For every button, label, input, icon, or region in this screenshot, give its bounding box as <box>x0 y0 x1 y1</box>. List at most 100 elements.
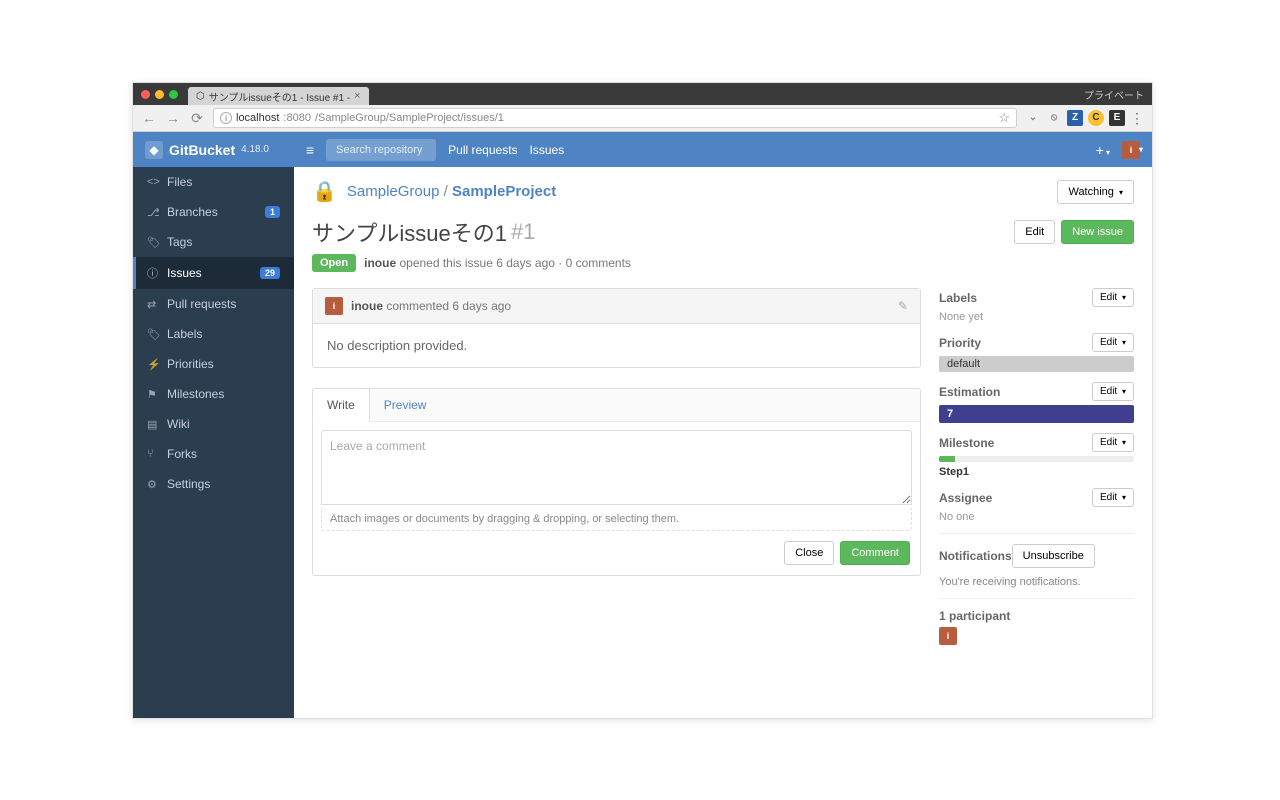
sidebar-item-priorities[interactable]: ⚡Priorities <box>133 349 294 379</box>
sidebar-item-milestones[interactable]: ⚑Milestones <box>133 379 294 409</box>
browser-menu-icon[interactable]: ⋮ <box>1130 110 1144 127</box>
extension-e-icon[interactable]: E <box>1109 110 1125 126</box>
unsubscribe-button[interactable]: Unsubscribe <box>1012 544 1095 568</box>
milestone-heading: Milestone <box>939 436 994 450</box>
sidebar-item-label: Tags <box>167 235 192 249</box>
watching-button[interactable]: Watching ▾ <box>1057 180 1134 204</box>
code-icon: <> <box>147 176 159 188</box>
forward-button[interactable]: → <box>165 110 181 126</box>
edit-icon[interactable]: ✎ <box>898 299 908 313</box>
nav-issues[interactable]: Issues <box>530 143 565 157</box>
sidebar-item-pull-requests[interactable]: ⇄ Pull requests <box>133 289 294 319</box>
count-badge: 1 <box>265 206 280 218</box>
milestone-icon: ⚑ <box>147 388 159 401</box>
brand-logo-icon: ◆ <box>145 141 163 159</box>
browser-tab[interactable]: ⬡ サンプルissueその1 - Issue #1 - × <box>188 87 369 105</box>
milestone-edit-button[interactable]: Edit ▾ <box>1092 433 1134 452</box>
labels-edit-button[interactable]: Edit ▾ <box>1092 288 1134 307</box>
create-new-button[interactable]: +▾ <box>1096 142 1110 158</box>
estimation-edit-button[interactable]: Edit ▾ <box>1092 382 1134 401</box>
estimation-heading: Estimation <box>939 385 1000 399</box>
participant-avatar[interactable]: i <box>939 627 957 645</box>
sidebar-item-label: Wiki <box>167 417 190 431</box>
private-mode-label: プライベート <box>1084 87 1144 102</box>
browser-address-bar: ← → ⟳ i localhost:8080/SampleGroup/Sampl… <box>133 105 1152 132</box>
browser-tab-bar: ⬡ サンプルissueその1 - Issue #1 - × プライベート <box>133 83 1152 105</box>
nav-pull-requests[interactable]: Pull requests <box>448 143 517 157</box>
lock-icon: 🔒 <box>312 179 337 204</box>
extension-z-icon[interactable]: Z <box>1067 110 1083 126</box>
app-header: ◆ GitBucket 4.18.0 ≡ Pull requests Issue… <box>133 132 1152 167</box>
priority-heading: Priority <box>939 336 981 350</box>
issue-sidebar: LabelsEdit ▾ None yet PriorityEdit ▾ def… <box>939 288 1134 655</box>
brand-version: 4.18.0 <box>241 144 269 155</box>
milestone-value[interactable]: Step1 <box>939 466 1134 478</box>
search-input[interactable] <box>326 139 436 161</box>
bookmark-icon[interactable]: ☆ <box>998 110 1010 126</box>
url-port: :8080 <box>283 112 311 124</box>
edit-button[interactable]: Edit <box>1014 220 1055 244</box>
sidebar-item-label: Pull requests <box>167 297 236 311</box>
new-issue-button[interactable]: New issue <box>1061 220 1134 244</box>
priority-icon: ⚡ <box>147 358 159 371</box>
back-button[interactable]: ← <box>141 110 157 126</box>
comment-button[interactable]: Comment <box>840 541 910 565</box>
breadcrumb-project[interactable]: SampleProject <box>452 183 556 200</box>
sidebar-item-labels[interactable]: 🏷Labels <box>133 319 294 349</box>
sidebar-item-files[interactable]: <>Files <box>133 167 294 197</box>
assignee-none: No one <box>939 511 1134 523</box>
issue-author[interactable]: inoue <box>364 256 396 270</box>
close-button[interactable]: Close <box>784 541 834 565</box>
pocket-icon[interactable]: ⌄ <box>1025 110 1041 126</box>
extension-c-icon[interactable]: C <box>1088 110 1104 126</box>
pr-icon: ⇄ <box>147 298 159 311</box>
sidebar-item-label: Branches <box>167 205 218 219</box>
notifications-heading: Notifications <box>939 549 1012 563</box>
sidebar-item-forks[interactable]: ⑂Forks <box>133 439 294 469</box>
sidebar-nav: <>Files ⎇Branches1 🏷Tags ⓘIssues29 ⇄Pull… <box>133 167 294 718</box>
issue-icon: ⓘ <box>147 265 159 281</box>
url-path: /SampleGroup/SampleProject/issues/1 <box>315 112 504 124</box>
issue-number: #1 <box>511 219 535 245</box>
preview-tab[interactable]: Preview <box>370 389 441 421</box>
menu-toggle-icon[interactable]: ≡ <box>306 142 314 158</box>
tag-icon: 🏷 <box>147 236 159 249</box>
attach-hint[interactable]: Attach images or documents by dragging &… <box>321 508 912 531</box>
priority-edit-button[interactable]: Edit ▾ <box>1092 333 1134 352</box>
write-tab[interactable]: Write <box>312 388 370 422</box>
avatar[interactable]: i <box>325 297 343 315</box>
status-badge: Open <box>312 254 356 272</box>
site-info-icon[interactable]: i <box>220 112 232 124</box>
sidebar-item-wiki[interactable]: ▤Wiki <box>133 409 294 439</box>
sidebar-item-settings[interactable]: ⚙Settings <box>133 469 294 499</box>
assignee-heading: Assignee <box>939 491 992 505</box>
sidebar-item-issues[interactable]: ⓘIssues29 <box>133 257 294 289</box>
comment-textarea[interactable] <box>321 430 912 505</box>
sidebar-item-label: Issues <box>167 266 202 280</box>
reload-button[interactable]: ⟳ <box>189 110 205 127</box>
adblock-icon[interactable]: ⦸ <box>1046 110 1062 126</box>
label-icon: 🏷 <box>147 328 159 341</box>
breadcrumb-group[interactable]: SampleGroup <box>347 183 440 200</box>
user-avatar[interactable]: i▾ <box>1122 141 1140 159</box>
sidebar-item-label: Forks <box>167 447 197 461</box>
participants-heading: 1 participant <box>939 609 1010 623</box>
maximize-window-icon[interactable] <box>169 90 178 99</box>
issue-meta-text: opened this issue 6 days ago · 0 comment… <box>399 256 630 270</box>
window-controls <box>141 90 178 99</box>
sidebar-item-tags[interactable]: 🏷 Tags <box>133 227 294 257</box>
sidebar-item-label: Settings <box>167 477 210 491</box>
brand-name: GitBucket <box>169 142 235 158</box>
assignee-edit-button[interactable]: Edit ▾ <box>1092 488 1134 507</box>
brand[interactable]: ◆ GitBucket 4.18.0 <box>133 141 294 159</box>
sidebar-item-branches[interactable]: ⎇Branches1 <box>133 197 294 227</box>
comment-author[interactable]: inoue <box>351 299 383 313</box>
minimize-window-icon[interactable] <box>155 90 164 99</box>
extension-icons: ⌄ ⦸ Z C E ⋮ <box>1025 110 1144 127</box>
url-input[interactable]: i localhost:8080/SampleGroup/SampleProje… <box>213 108 1017 128</box>
close-tab-icon[interactable]: × <box>354 90 360 102</box>
labels-heading: Labels <box>939 291 977 305</box>
milestone-progress <box>939 456 1134 462</box>
comment-editor: Write Preview Attach images or documents… <box>312 388 921 576</box>
close-window-icon[interactable] <box>141 90 150 99</box>
